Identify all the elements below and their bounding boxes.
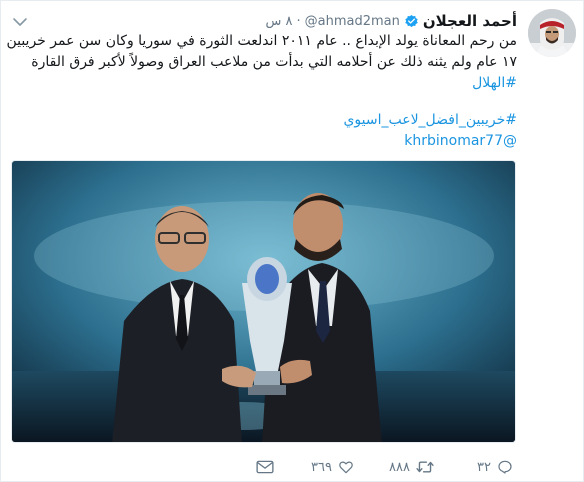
like-count: ٣٦٩ — [311, 459, 332, 475]
chevron-down-icon[interactable] — [12, 13, 28, 26]
mention-link[interactable]: @khrbinomar77 — [17, 131, 517, 152]
author-handle[interactable]: @ahmad2man — [305, 14, 400, 29]
envelope-icon — [256, 460, 274, 474]
verified-badge-icon — [404, 14, 419, 29]
ceremony-photo — [12, 161, 515, 442]
tweet-actions: ٣٢ ٨٨٨ ٣٦٩ — [256, 457, 513, 477]
avatar[interactable] — [528, 9, 576, 57]
tweet-header: أحمد العجلان @ahmad2man · ٨ س — [265, 11, 517, 31]
retweet-button[interactable]: ٨٨٨ — [354, 459, 434, 475]
header-separator: · — [296, 13, 301, 29]
avatar-image — [528, 9, 576, 57]
tweet-card[interactable]: أحمد العجلان @ahmad2man · ٨ س من رحم الم… — [0, 0, 584, 482]
tweet-media-photo[interactable] — [11, 160, 516, 443]
like-button[interactable]: ٣٦٩ — [274, 459, 354, 475]
retweet-count: ٨٨٨ — [389, 459, 410, 475]
hashtag-link[interactable]: #خريبين_افضل_لاعب_اسيوي — [17, 110, 517, 131]
reply-count: ٣٢ — [477, 459, 491, 475]
heart-icon — [338, 459, 354, 475]
retweet-icon — [416, 459, 434, 475]
reply-button[interactable]: ٣٢ — [434, 459, 513, 475]
tweet-timestamp[interactable]: ٨ س — [265, 14, 292, 29]
author-name[interactable]: أحمد العجلان — [423, 12, 517, 30]
tweet-text: من رحم المعاناة يولد الإبداع .. عام ٢٠١١… — [6, 31, 517, 152]
direct-message-button[interactable] — [256, 460, 274, 474]
tweet-text-line: ١٧ عام ولم يثنه ذلك عن أحلامه التي بدأت … — [31, 54, 517, 70]
hashtag-link[interactable]: #الهلال — [17, 73, 517, 94]
reply-icon — [497, 459, 513, 475]
tweet-text-line: من رحم المعاناة يولد الإبداع .. عام ٢٠١١… — [6, 33, 517, 49]
